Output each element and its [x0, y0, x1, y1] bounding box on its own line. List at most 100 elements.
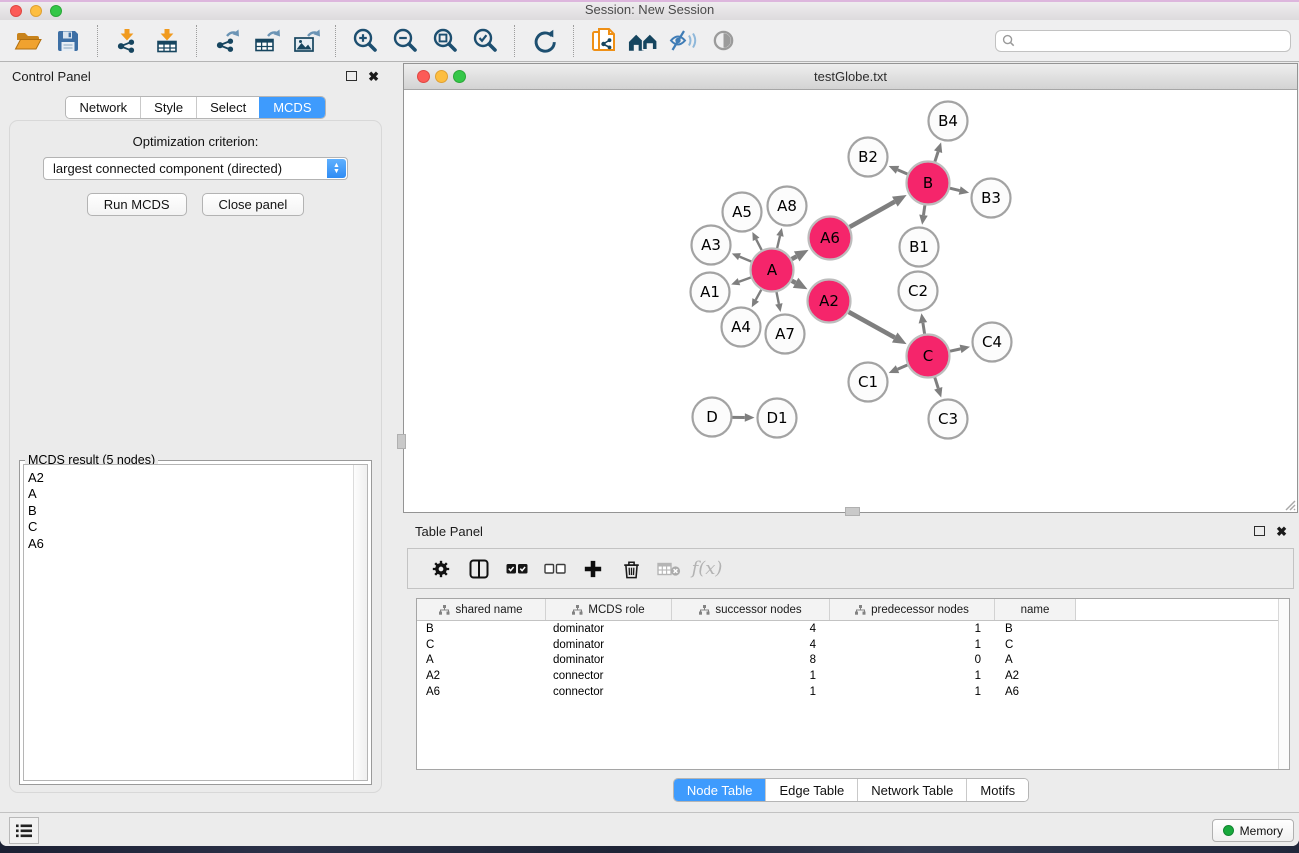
edge-C-C1[interactable]	[889, 365, 908, 373]
node-A3[interactable]: A3	[692, 226, 731, 265]
node-A6[interactable]: A6	[809, 217, 852, 260]
network-vertical-scroll-thumb[interactable]	[397, 434, 406, 449]
column-header-mcds-role[interactable]: MCDS role	[546, 599, 672, 620]
node-A8[interactable]: A8	[768, 187, 807, 226]
tab-network[interactable]: Network	[66, 97, 140, 118]
node-A[interactable]: A	[751, 249, 794, 292]
table-cell[interactable]: 4	[672, 623, 830, 635]
table-cell[interactable]: dominator	[546, 623, 672, 635]
table-row[interactable]: A2connector11A2	[417, 668, 1289, 684]
edge-B-B4[interactable]	[934, 142, 942, 161]
delete-rows-button[interactable]	[612, 552, 650, 586]
tab-mcds[interactable]: MCDS	[259, 97, 324, 118]
function-builder-button[interactable]: f(x)	[688, 552, 726, 586]
edge-A-A1[interactable]	[731, 278, 751, 286]
hide-selected-button[interactable]	[665, 23, 701, 59]
edge-C-C4[interactable]	[950, 345, 970, 353]
save-session-button[interactable]	[50, 23, 86, 59]
table-cell[interactable]: A	[417, 654, 546, 666]
export-table-button[interactable]	[248, 23, 284, 59]
network-graph[interactable]: B4B2BB3A5A8A6A3B1AA1C2A2A4A7CC1C4C3DD1	[404, 90, 1297, 512]
node-B3[interactable]: B3	[972, 179, 1011, 218]
import-table-button[interactable]	[149, 23, 185, 59]
table-cell[interactable]: 4	[672, 639, 830, 651]
table-cell[interactable]: B	[417, 623, 546, 635]
table-cell[interactable]: C	[995, 639, 1076, 651]
column-header-predecessor-nodes[interactable]: predecessor nodes	[830, 599, 995, 620]
optimization-criterion-select[interactable]: largest connected component (directed) ▲…	[43, 157, 348, 180]
network-window-titlebar[interactable]: testGlobe.txt	[404, 64, 1297, 90]
table-cell[interactable]: 0	[830, 654, 995, 666]
node-A7[interactable]: A7	[766, 315, 805, 354]
table-cell[interactable]: dominator	[546, 654, 672, 666]
resize-grip-icon[interactable]	[1282, 497, 1296, 511]
node-C2[interactable]: C2	[899, 272, 938, 311]
tab-select[interactable]: Select	[196, 97, 259, 118]
tab-node-table[interactable]: Node Table	[674, 779, 766, 801]
mcds-result-item[interactable]: A	[24, 486, 367, 502]
edge-C-C3[interactable]	[934, 377, 942, 397]
edge-B-B1[interactable]	[919, 205, 928, 224]
table-row[interactable]: Cdominator41C	[417, 637, 1289, 653]
node-B[interactable]: B	[907, 162, 950, 205]
node-A2[interactable]: A2	[808, 280, 851, 323]
mcds-result-item[interactable]: A2	[24, 470, 367, 486]
table-cell[interactable]: A6	[417, 686, 546, 698]
import-network-button[interactable]	[109, 23, 145, 59]
table-cell[interactable]: 1	[830, 623, 995, 635]
add-row-button[interactable]	[574, 552, 612, 586]
table-cell[interactable]: dominator	[546, 639, 672, 651]
table-cell[interactable]: A2	[995, 670, 1076, 682]
close-panel-icon[interactable]: ✖	[368, 70, 379, 83]
deselect-all-rows-button[interactable]	[536, 552, 574, 586]
search-input[interactable]	[1019, 33, 1284, 49]
mcds-result-item[interactable]: B	[24, 503, 367, 519]
table-row[interactable]: Adominator80A	[417, 653, 1289, 669]
edge-A-A2[interactable]	[792, 278, 808, 290]
node-D[interactable]: D	[693, 398, 732, 437]
table-cell[interactable]: C	[417, 639, 546, 651]
edge-A2-C[interactable]	[849, 312, 907, 344]
export-network-button[interactable]	[208, 23, 244, 59]
zoom-fit-button[interactable]	[427, 23, 463, 59]
table-cell[interactable]: A6	[995, 686, 1076, 698]
tab-network-table[interactable]: Network Table	[857, 779, 966, 801]
table-cell[interactable]: 8	[672, 654, 830, 666]
node-A5[interactable]: A5	[723, 193, 762, 232]
network-canvas[interactable]: B4B2BB3A5A8A6A3B1AA1C2A2A4A7CC1C4C3DD1	[404, 90, 1297, 512]
edge-A-A7[interactable]	[775, 292, 782, 312]
edge-A-A4[interactable]	[752, 290, 762, 307]
node-C3[interactable]: C3	[929, 400, 968, 439]
node-C4[interactable]: C4	[973, 323, 1012, 362]
column-layout-button[interactable]	[460, 552, 498, 586]
table-cell[interactable]: A	[995, 654, 1076, 666]
node-A1[interactable]: A1	[691, 273, 730, 312]
refresh-view-button[interactable]	[526, 23, 562, 59]
table-cell[interactable]: B	[995, 623, 1076, 635]
node-D1[interactable]: D1	[758, 399, 797, 438]
zoom-selected-button[interactable]	[467, 23, 503, 59]
table-scrollbar[interactable]	[1278, 599, 1289, 769]
table-cell[interactable]: connector	[546, 686, 672, 698]
zoom-out-button[interactable]	[387, 23, 423, 59]
open-session-button[interactable]	[10, 23, 46, 59]
table-cell[interactable]: 1	[672, 670, 830, 682]
node-A4[interactable]: A4	[722, 308, 761, 347]
table-row[interactable]: A6connector11A6	[417, 684, 1289, 700]
result-scrollbar[interactable]	[353, 465, 367, 780]
column-header-successor-nodes[interactable]: successor nodes	[672, 599, 830, 620]
node-C[interactable]: C	[907, 335, 950, 378]
edge-A-A6[interactable]	[792, 250, 809, 262]
table-settings-button[interactable]	[422, 552, 460, 586]
task-history-button[interactable]	[9, 817, 39, 844]
select-all-rows-button[interactable]	[498, 552, 536, 586]
tab-motifs[interactable]: Motifs	[966, 779, 1028, 801]
edge-A-A3[interactable]	[732, 253, 751, 261]
mcds-result-item[interactable]: A6	[24, 536, 367, 552]
tab-style[interactable]: Style	[140, 97, 196, 118]
edge-B-B2[interactable]	[889, 166, 908, 174]
edge-A-A8[interactable]	[776, 228, 783, 248]
node-C1[interactable]: C1	[849, 363, 888, 402]
edge-B-B3[interactable]	[950, 186, 969, 194]
tab-edge-table[interactable]: Edge Table	[765, 779, 857, 801]
